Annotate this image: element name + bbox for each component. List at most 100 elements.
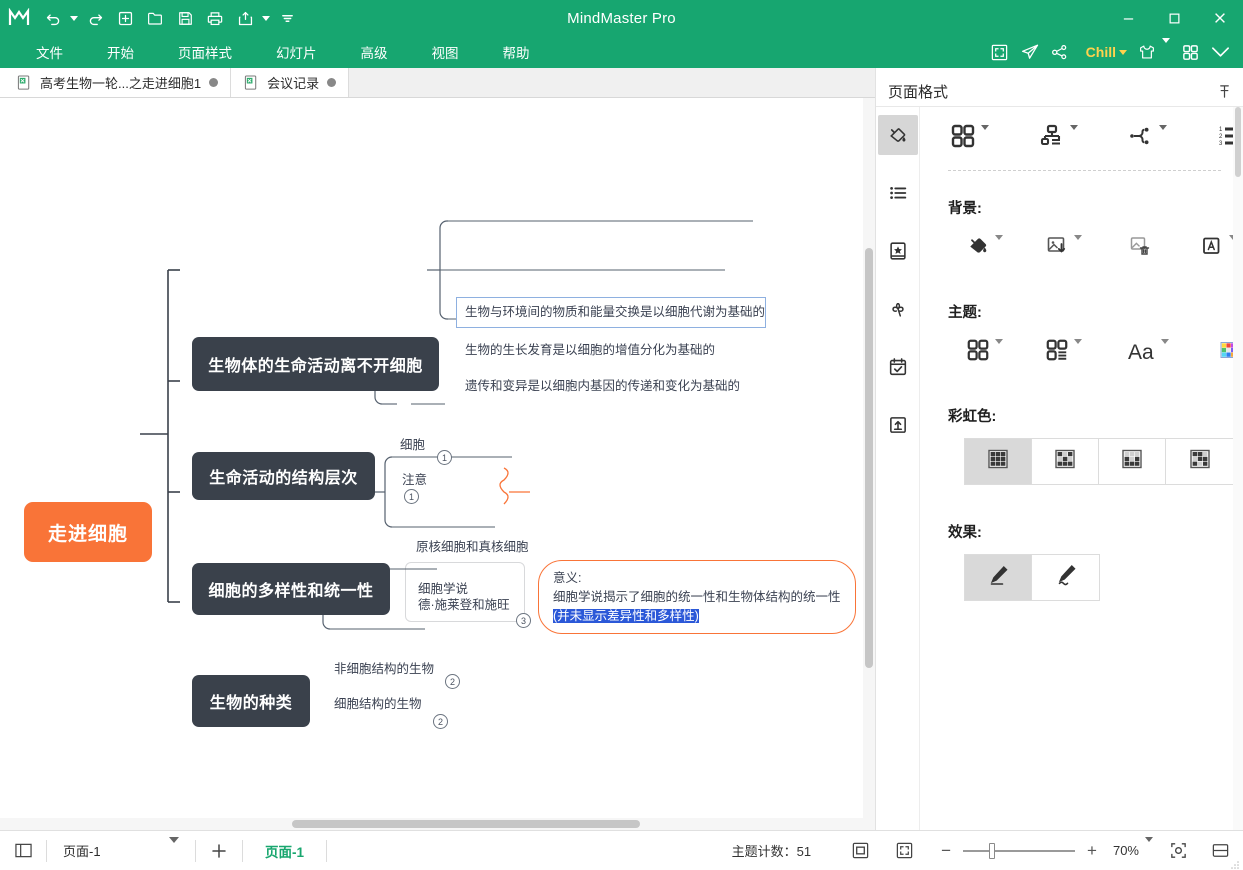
remove-background-image-button[interactable] — [1126, 230, 1154, 267]
chevron-down-icon[interactable] — [995, 234, 1003, 258]
undo-icon[interactable] — [38, 5, 68, 31]
chevron-down-icon[interactable] — [1070, 124, 1078, 148]
chevron-down-icon[interactable] — [1159, 124, 1167, 148]
maximize-icon[interactable] — [1151, 0, 1197, 36]
mindmap-badge-2-2[interactable]: 1 — [404, 489, 419, 504]
canvas-vertical-scroll-thumb[interactable] — [865, 248, 873, 668]
mindmap-leaf-1-1[interactable]: 生物与环境间的物质和能量交换是以细胞代谢为基础的 — [456, 297, 766, 329]
new-file-icon[interactable] — [110, 5, 140, 31]
chevron-down-icon[interactable] — [1160, 338, 1169, 362]
zoom-track[interactable] — [963, 842, 1076, 859]
mindmap-leaf-2-2[interactable]: 注意 — [402, 471, 427, 489]
fit-screen-icon[interactable] — [891, 838, 917, 864]
mindmap-badge-4-1[interactable]: 2 — [445, 674, 460, 689]
zoom-knob[interactable] — [989, 842, 996, 859]
zoom-caret-down-icon[interactable] — [1145, 836, 1153, 860]
mindmap-canvas[interactable]: 走进细胞 生物体的生命活动离不开细胞 生物与环境间的物质和能量交换是以细胞代谢为… — [0, 98, 875, 830]
paper-plane-icon[interactable] — [1016, 38, 1044, 66]
branch-style-button[interactable] — [1126, 119, 1169, 158]
export-dropdown-caret-icon[interactable] — [260, 5, 272, 31]
canvas-vertical-scrollbar[interactable] — [863, 98, 875, 830]
mindmap-badge-2-1[interactable]: 1 — [437, 450, 452, 465]
mindmap-badge-4-2[interactable]: 2 — [433, 714, 448, 729]
right-panel-scrollbar[interactable] — [1233, 107, 1243, 830]
mindmap-surface[interactable]: 走进细胞 生物体的生命活动离不开细胞 生物与环境间的物质和能量交换是以细胞代谢为… — [0, 98, 875, 830]
menu-item-file[interactable]: 文件 — [14, 38, 85, 66]
mindmap-leaf-1-3[interactable]: 遗传和变异是以细胞内基因的传递和变化为基础的 — [465, 377, 740, 395]
background-image-button[interactable] — [1043, 230, 1084, 267]
share-nodes-icon[interactable] — [1046, 38, 1074, 66]
rail-calendar-check-icon[interactable] — [878, 347, 918, 387]
mindmap-leaf-3-1[interactable]: 原核细胞和真核细胞 — [416, 538, 529, 556]
mindmap-branch-4[interactable]: 生物的种类 — [192, 675, 310, 727]
theme-font-button[interactable]: Aa — [1126, 338, 1171, 367]
mindmap-callout-note[interactable]: 意义: 细胞学说揭示了细胞的统一性和生物体结构的统一性 (并未显示差异性和多样性… — [538, 560, 856, 635]
close-icon[interactable] — [1197, 0, 1243, 36]
rainbow-option-3[interactable] — [1099, 439, 1166, 484]
mindmap-leaf-3-2-line2[interactable]: 德·施莱登和施旺 — [418, 596, 510, 614]
document-tab-2[interactable]: 会议记录 — [231, 68, 350, 97]
effect-hand-drawn-option[interactable] — [1032, 555, 1099, 600]
menu-item-slideshow[interactable]: 幻灯片 — [254, 38, 339, 66]
mindmap-leaf-4-2[interactable]: 细胞结构的生物 — [334, 695, 422, 713]
rainbow-option-4[interactable] — [1166, 439, 1233, 484]
print-icon[interactable] — [200, 5, 230, 31]
mindmap-branch-2[interactable]: 生命活动的结构层次 — [192, 452, 375, 500]
fit-page-icon[interactable] — [847, 838, 873, 864]
mindmap-leaf-4-1[interactable]: 非细胞结构的生物 — [334, 660, 434, 678]
mindmap-root-node[interactable]: 走进细胞 — [24, 502, 152, 562]
rainbow-option-2[interactable] — [1032, 439, 1099, 484]
panel-toggle-icon[interactable] — [10, 838, 36, 864]
mindmap-leaf-2-1[interactable]: 细胞 — [400, 436, 425, 454]
caret-down-icon[interactable] — [169, 837, 179, 858]
canvas-horizontal-scroll-thumb[interactable] — [292, 820, 640, 828]
menu-item-view[interactable]: 视图 — [410, 38, 481, 66]
open-folder-icon[interactable] — [140, 5, 170, 31]
canvas-horizontal-scrollbar[interactable] — [0, 818, 863, 830]
menu-item-home[interactable]: 开始 — [85, 38, 156, 66]
fullscreen-icon[interactable] — [986, 38, 1014, 66]
mindmap-badge-3-2[interactable]: 3 — [516, 613, 531, 628]
redo-icon[interactable] — [80, 5, 110, 31]
page-tab-1[interactable]: 页面-1 — [253, 841, 316, 861]
shirt-icon[interactable] — [1133, 38, 1174, 66]
rail-sticker-star-icon[interactable] — [878, 231, 918, 271]
rail-upload-box-icon[interactable] — [878, 405, 918, 445]
focus-center-icon[interactable] — [1165, 838, 1191, 864]
mindmap-branch-1[interactable]: 生物体的生命活动离不开细胞 — [192, 337, 439, 391]
rail-clover-icon[interactable] — [878, 289, 918, 329]
effect-straight-pen-option[interactable] — [965, 555, 1032, 600]
chevron-down-icon[interactable] — [1074, 338, 1082, 362]
menu-item-page-style[interactable]: 页面样式 — [156, 38, 254, 66]
menu-item-help[interactable]: 帮助 — [481, 38, 552, 66]
document-tab-1[interactable]: 高考生物一轮...之走进细胞1 — [0, 68, 232, 97]
right-panel-scroll-thumb[interactable] — [1235, 107, 1241, 177]
chevron-down-icon[interactable] — [995, 338, 1003, 362]
layout-structure-button[interactable] — [948, 119, 991, 158]
pin-icon[interactable] — [1215, 82, 1233, 100]
zoom-slider[interactable] — [963, 842, 1076, 859]
theme-layout-button[interactable] — [1043, 334, 1084, 371]
document-tab-1-modified-dot[interactable] — [209, 78, 219, 87]
rail-paint-bucket-icon[interactable] — [877, 115, 918, 155]
zoom-out-button[interactable]: − — [935, 841, 957, 861]
mindmap-leaf-1-2[interactable]: 生物的生长发育是以细胞的增值分化为基础的 — [465, 341, 715, 359]
fill-color-button[interactable] — [964, 230, 1005, 267]
theme-style-button[interactable] — [964, 334, 1005, 371]
menu-item-advanced[interactable]: 高级 — [339, 38, 410, 66]
grid-apps-icon[interactable] — [1176, 38, 1204, 66]
save-disk-icon[interactable] — [170, 5, 200, 31]
undo-dropdown-caret-icon[interactable] — [68, 5, 80, 31]
export-share-icon[interactable] — [230, 5, 260, 31]
document-tab-2-modified-dot[interactable] — [327, 78, 337, 87]
minimize-icon[interactable] — [1105, 0, 1151, 36]
rail-bullet-list-icon[interactable] — [878, 173, 918, 213]
account-button[interactable]: Chill — [1076, 38, 1131, 66]
org-structure-button[interactable] — [1037, 119, 1080, 158]
chevron-down-icon[interactable] — [1074, 234, 1082, 258]
chevron-double-down-icon[interactable] — [1206, 38, 1235, 66]
page-select[interactable]: 页面-1 — [57, 837, 185, 860]
mindmap-branch-3[interactable]: 细胞的多样性和统一性 — [192, 563, 390, 615]
chevron-down-icon[interactable] — [981, 124, 989, 148]
rainbow-option-1[interactable] — [965, 439, 1032, 484]
